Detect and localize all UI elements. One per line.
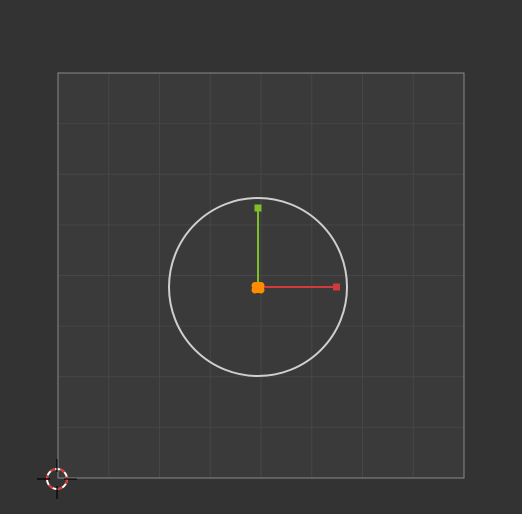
gizmo-pivot-icon[interactable] bbox=[251, 282, 265, 294]
gizmo-x-handle[interactable] bbox=[333, 283, 340, 291]
uv-editor-viewport[interactable] bbox=[0, 0, 522, 514]
viewport-canvas[interactable] bbox=[0, 0, 522, 514]
gizmo-y-handle[interactable] bbox=[254, 204, 262, 212]
